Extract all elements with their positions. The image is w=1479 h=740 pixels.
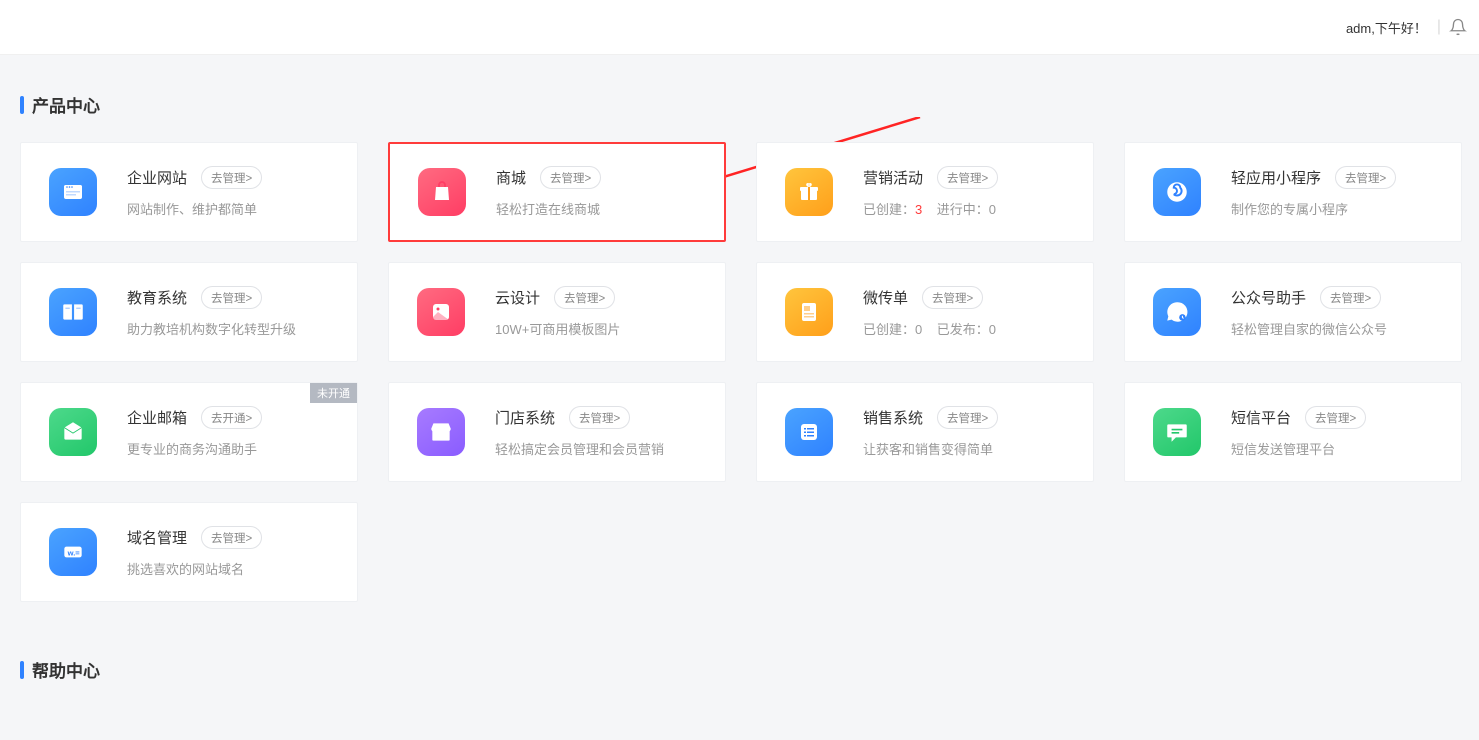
card-store-system[interactable]: 门店系统 去管理> 轻松搞定会员管理和会员营销 [388, 382, 726, 482]
domain-icon: w.= [49, 528, 97, 576]
manage-button[interactable]: 去管理> [1335, 166, 1396, 189]
card-title: 教育系统 [127, 287, 187, 308]
card-sales-system[interactable]: 销售系统 去管理> 让获客和销售变得简单 [756, 382, 1094, 482]
card-title: 公众号助手 [1231, 287, 1306, 308]
card-micro-flyer[interactable]: 微传单 去管理> 已创建：0 已发布：0 [756, 262, 1094, 362]
svg-text:w.=: w.= [67, 548, 81, 557]
card-desc: 短信发送管理平台 [1231, 439, 1443, 458]
card-desc: 轻松管理自家的微信公众号 [1231, 319, 1443, 338]
card-desc: 制作您的专属小程序 [1231, 199, 1443, 218]
card-stats: 已创建：0 已发布：0 [863, 319, 1075, 338]
card-mall[interactable]: 商城 去管理> 轻松打造在线商城 [388, 142, 726, 242]
manage-button[interactable]: 去管理> [201, 166, 262, 189]
website-icon [49, 168, 97, 216]
manage-button[interactable]: 去管理> [554, 286, 615, 309]
card-title: 企业网站 [127, 167, 187, 188]
image-icon [417, 288, 465, 336]
card-desc: 挑选喜欢的网站域名 [127, 559, 339, 578]
card-domain-management[interactable]: w.= 域名管理 去管理> 挑选喜欢的网站域名 [20, 502, 358, 602]
card-title: 商城 [496, 167, 526, 188]
card-title: 云设计 [495, 287, 540, 308]
top-bar: adm,下午好！ | [0, 0, 1479, 55]
manage-button[interactable]: 去管理> [937, 166, 998, 189]
card-enterprise-website[interactable]: 企业网站 去管理> 网站制作、维护都简单 [20, 142, 358, 242]
card-cloud-design[interactable]: 云设计 去管理> 10W+可商用模板图片 [388, 262, 726, 362]
card-title: 企业邮箱 [127, 407, 187, 428]
card-wechat-assistant[interactable]: 公众号助手 去管理> 轻松管理自家的微信公众号 [1124, 262, 1462, 362]
divider: | [1437, 18, 1441, 36]
notification-icon[interactable] [1449, 18, 1467, 36]
section-title-help: 帮助中心 [20, 657, 1459, 682]
section-title-products: 产品中心 [20, 92, 1459, 117]
card-title: 门店系统 [495, 407, 555, 428]
card-desc: 让获客和销售变得简单 [863, 439, 1075, 458]
card-education[interactable]: 教育系统 去管理> 助力教培机构数字化转型升级 [20, 262, 358, 362]
card-stats: 已创建：3 进行中：0 [863, 199, 1075, 218]
open-button[interactable]: 去开通> [201, 406, 262, 429]
card-title: 短信平台 [1231, 407, 1291, 428]
list-icon [785, 408, 833, 456]
card-sms-platform[interactable]: 短信平台 去管理> 短信发送管理平台 [1124, 382, 1462, 482]
card-title: 微传单 [863, 287, 908, 308]
manage-button[interactable]: 去管理> [922, 286, 983, 309]
miniapp-icon [1153, 168, 1201, 216]
card-desc: 网站制作、维护都简单 [127, 199, 339, 218]
card-title: 营销活动 [863, 167, 923, 188]
card-desc: 轻松打造在线商城 [496, 199, 706, 218]
flyer-icon [785, 288, 833, 336]
manage-button[interactable]: 去管理> [1305, 406, 1366, 429]
card-marketing[interactable]: 营销活动 去管理> 已创建：3 进行中：0 [756, 142, 1094, 242]
store-icon [417, 408, 465, 456]
message-icon [1153, 408, 1201, 456]
manage-button[interactable]: 去管理> [1320, 286, 1381, 309]
card-title: 域名管理 [127, 527, 187, 548]
card-title: 轻应用小程序 [1231, 167, 1321, 188]
manage-button[interactable]: 去管理> [201, 286, 262, 309]
manage-button[interactable]: 去管理> [569, 406, 630, 429]
wechat-icon [1153, 288, 1201, 336]
not-open-badge: 未开通 [310, 383, 357, 403]
card-enterprise-email[interactable]: 未开通 企业邮箱 去开通> 更专业的商务沟通助手 [20, 382, 358, 482]
card-desc: 更专业的商务沟通助手 [127, 439, 339, 458]
gift-icon [785, 168, 833, 216]
book-icon [49, 288, 97, 336]
card-desc: 10W+可商用模板图片 [495, 319, 707, 338]
card-title: 销售系统 [863, 407, 923, 428]
user-greeting: adm,下午好！ [1346, 18, 1427, 37]
manage-button[interactable]: 去管理> [937, 406, 998, 429]
manage-button[interactable]: 去管理> [540, 166, 601, 189]
card-mini-program[interactable]: 轻应用小程序 去管理> 制作您的专属小程序 [1124, 142, 1462, 242]
shopping-bag-icon [418, 168, 466, 216]
product-grid: 企业网站 去管理> 网站制作、维护都简单 商城 去管理> 轻松打造在线商城 [20, 142, 1459, 602]
manage-button[interactable]: 去管理> [201, 526, 262, 549]
mail-icon [49, 408, 97, 456]
card-desc: 助力教培机构数字化转型升级 [127, 319, 339, 338]
card-desc: 轻松搞定会员管理和会员营销 [495, 439, 707, 458]
